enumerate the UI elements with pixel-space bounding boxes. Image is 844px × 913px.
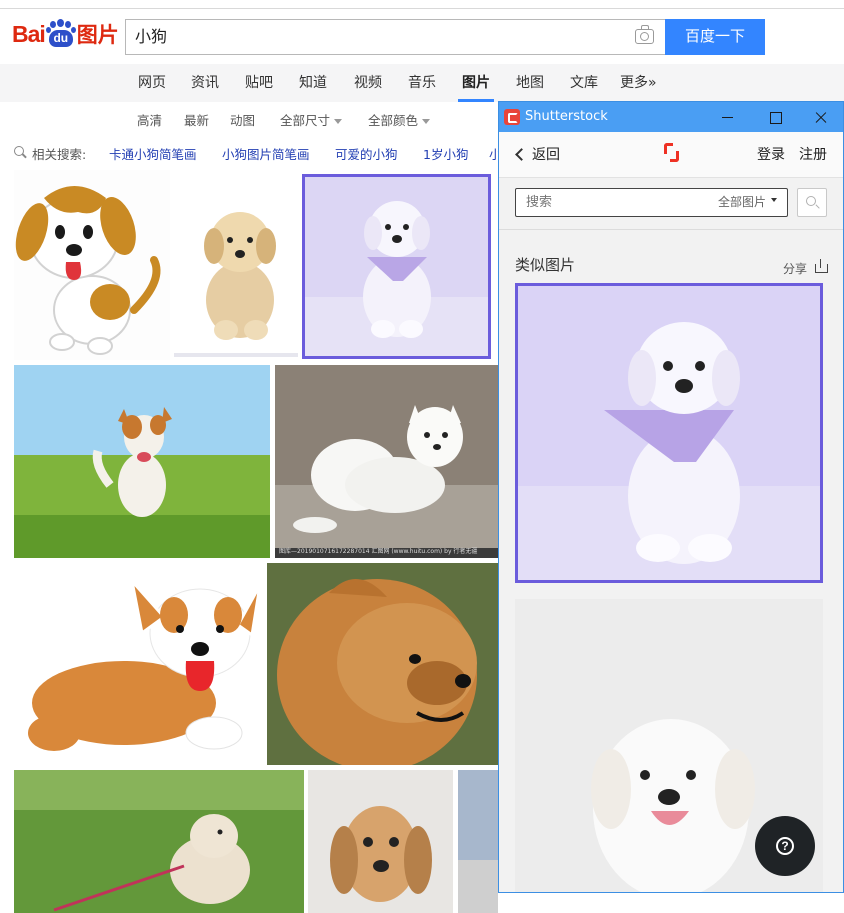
similar-images-heading: 类似图片 — [515, 256, 576, 274]
shutterstock-app-icon — [504, 109, 520, 125]
search-icon — [14, 146, 24, 156]
baidu-images-logo[interactable]: Bai du 图片 — [12, 16, 119, 52]
category-nav: 网页 资讯 贴吧 知道 视频 音乐 图片 地图 文库 更多» — [0, 64, 844, 102]
image-result-tile[interactable] — [14, 170, 170, 360]
nav-item-map[interactable]: 地图 — [516, 64, 544, 102]
share-button[interactable]: 分享 — [783, 260, 807, 277]
image-type-dropdown[interactable]: 全部图片 — [718, 189, 777, 216]
golden-puppy-icon — [174, 212, 298, 357]
related-search-label: 相关搜索: — [32, 147, 87, 162]
related-link[interactable]: 可爱的小狗 — [335, 144, 398, 163]
question-mark-icon: ? — [776, 837, 794, 855]
selected-image-highlight — [302, 174, 491, 359]
image-result-tile[interactable] — [267, 563, 498, 765]
partial-image-icon — [458, 770, 498, 913]
minimize-icon[interactable] — [705, 102, 749, 132]
nav-item-images[interactable]: 图片 — [458, 64, 494, 102]
image-result-tile[interactable] — [308, 770, 453, 913]
nav-item-music[interactable]: 音乐 — [408, 64, 436, 102]
filter-size-dropdown[interactable]: 全部尺寸 — [280, 110, 343, 128]
window-titlebar[interactable]: Shutterstock — [499, 102, 843, 132]
chevron-down-icon — [422, 119, 431, 124]
logo-text-images: 图片 — [76, 23, 119, 47]
dachshund-puppy-icon — [330, 806, 432, 902]
search-input[interactable] — [135, 20, 615, 54]
popup-header: 返回 登录 注册 — [499, 132, 843, 178]
image-caption: 图库—2019010716172287014 汇图网 (www.huitu.co… — [279, 548, 478, 555]
white-puppy-icon — [518, 286, 820, 580]
shutterstock-window: Shutterstock 返回 登录 注册 全部图片 类似图片 分享 — [498, 101, 844, 893]
paw-icon: du — [45, 19, 76, 49]
help-button[interactable]: ? — [755, 816, 815, 876]
logo-text-du: du — [48, 30, 73, 47]
image-result-tile[interactable] — [14, 563, 264, 765]
back-button[interactable]: 返回 — [532, 144, 560, 164]
search-box — [125, 19, 666, 55]
nav-item-tieba[interactable]: 贴吧 — [245, 64, 273, 102]
logo-text-bai: Bai — [12, 20, 46, 47]
shutterstock-logo-icon — [662, 142, 682, 164]
filter-color-label: 全部颜色 — [368, 113, 419, 128]
nav-item-video[interactable]: 视频 — [354, 64, 382, 102]
nav-item-wenku[interactable]: 文库 — [570, 64, 598, 102]
window-title: Shutterstock — [525, 109, 608, 124]
image-result-tile[interactable] — [174, 170, 298, 360]
popup-search-button[interactable] — [797, 188, 827, 217]
divider — [499, 229, 843, 230]
popup-search-input[interactable] — [526, 189, 676, 216]
puppy-on-grass-icon — [14, 770, 304, 913]
popup-search-box: 全部图片 — [515, 188, 788, 217]
related-link[interactable]: 小狗图片简笔画 — [222, 144, 310, 163]
share-icon[interactable] — [815, 259, 828, 273]
nav-item-web[interactable]: 网页 — [138, 64, 166, 102]
image-type-label: 全部图片 — [717, 195, 766, 209]
related-link[interactable]: 卡通小狗简笔画 — [109, 144, 197, 163]
chevron-left-icon[interactable] — [515, 148, 528, 161]
login-link[interactable]: 登录 — [757, 144, 785, 164]
chevron-down-icon — [334, 119, 343, 124]
page: Bai du 图片 百度一下 网页 资讯 贴吧 知道 视频 音乐 图片 地图 文… — [0, 0, 844, 913]
filter-size-label: 全部尺寸 — [280, 113, 331, 128]
image-result-tile[interactable] — [458, 770, 498, 913]
nav-item-news[interactable]: 资讯 — [191, 64, 219, 102]
search-button[interactable]: 百度一下 — [665, 19, 765, 55]
nav-item-more[interactable]: 更多» — [620, 64, 657, 102]
maximize-icon[interactable] — [753, 102, 797, 132]
cartoon-beagle-icon — [15, 186, 161, 355]
search-icon — [806, 196, 816, 206]
white-spitz-icon — [275, 365, 498, 558]
cartoon-corgi-icon — [28, 575, 262, 751]
register-link[interactable]: 注册 — [799, 144, 827, 164]
image-result-tile[interactable] — [14, 770, 304, 913]
top-divider — [0, 8, 844, 9]
filter-animated[interactable]: 动图 — [230, 110, 255, 128]
image-result-tile[interactable] — [14, 365, 270, 558]
filter-latest[interactable]: 最新 — [184, 110, 209, 128]
close-icon[interactable] — [799, 102, 843, 132]
dropdown-arrow-icon — [771, 197, 777, 202]
similar-image-result[interactable] — [515, 283, 823, 583]
related-link[interactable]: 1岁小狗 — [423, 144, 468, 163]
image-result-tile[interactable]: 图库—2019010716172287014 汇图网 (www.huitu.co… — [275, 365, 498, 558]
filter-hd[interactable]: 高清 — [137, 110, 162, 128]
filter-color-dropdown[interactable]: 全部颜色 — [368, 110, 431, 128]
nav-item-zhidao[interactable]: 知道 — [299, 64, 327, 102]
pomeranian-icon — [267, 563, 498, 765]
camera-icon[interactable] — [635, 25, 654, 44]
running-puppy-icon — [14, 365, 270, 558]
